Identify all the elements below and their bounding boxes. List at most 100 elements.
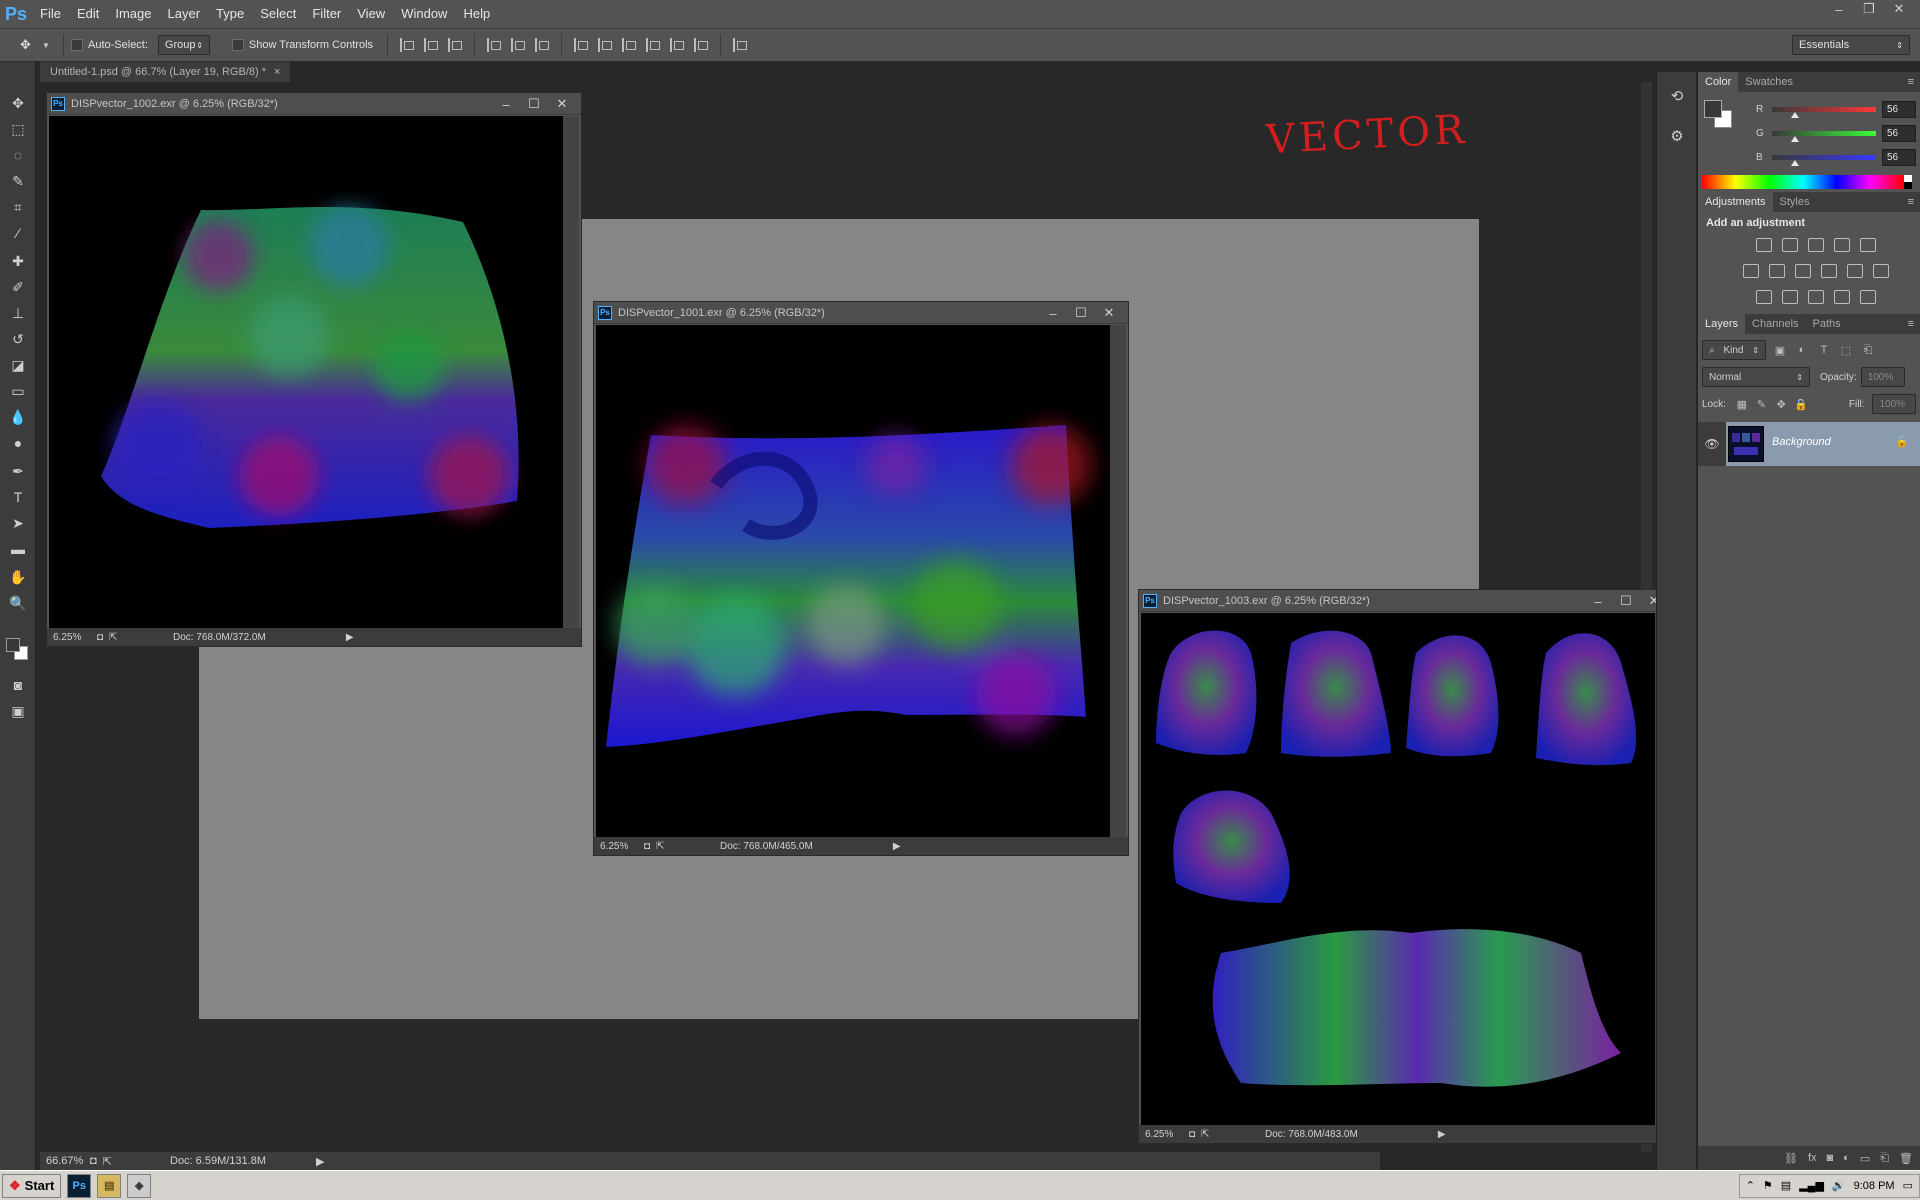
gradient-tool-icon[interactable]: ▭ bbox=[7, 380, 29, 402]
visibility-eye-icon[interactable]: 👁 bbox=[1698, 422, 1726, 466]
tab-layers[interactable]: Layers bbox=[1698, 314, 1746, 334]
eyedropper-tool-icon[interactable]: ⁄ bbox=[7, 222, 29, 244]
document-tab[interactable]: Untitled-1.psd @ 66.7% (Layer 19, RGB/8)… bbox=[40, 62, 291, 82]
taskbar-app-icon[interactable]: ◈ bbox=[127, 1173, 152, 1198]
doc-window-1001[interactable]: Ps DISPvector_1001.exr @ 6.25% (RGB/32*)… bbox=[593, 301, 1129, 856]
close-icon[interactable]: ✕ bbox=[553, 95, 571, 113]
transform-controls-checkbox[interactable] bbox=[231, 39, 244, 51]
opacity-field[interactable]: 100% bbox=[1860, 367, 1905, 387]
share-icon[interactable]: ⇱ bbox=[656, 841, 664, 852]
tab-color[interactable]: Color bbox=[1698, 72, 1739, 92]
panel-menu-icon[interactable]: ≡ bbox=[1908, 196, 1914, 208]
filter-smart-object-icon[interactable]: ⎗ bbox=[1860, 342, 1876, 358]
show-desktop-icon[interactable]: ▭ bbox=[1903, 1179, 1913, 1192]
status-menu-arrow-icon[interactable]: ▶ bbox=[316, 1155, 324, 1168]
blue-slider[interactable] bbox=[1772, 154, 1876, 166]
tab-swatches[interactable]: Swatches bbox=[1738, 72, 1800, 92]
preset-dropdown-icon[interactable]: ▼ bbox=[42, 41, 56, 50]
doc-window-titlebar[interactable]: Ps DISPvector_1003.exr @ 6.25% (RGB/32*)… bbox=[1139, 590, 1673, 612]
color-balance-icon[interactable] bbox=[1769, 264, 1785, 278]
taskbar-explorer-icon[interactable]: ▤ bbox=[97, 1173, 122, 1198]
new-layer-icon[interactable]: ⎗ bbox=[1880, 1152, 1889, 1165]
align-vcenter-icon[interactable] bbox=[424, 38, 439, 52]
app-restore-button[interactable]: ❐ bbox=[1854, 0, 1884, 18]
doc-window-titlebar[interactable]: Ps DISPvector_1002.exr @ 6.25% (RGB/32*)… bbox=[47, 93, 581, 115]
selective-color-icon[interactable] bbox=[1834, 290, 1850, 304]
network-icon[interactable]: ▤ bbox=[1781, 1179, 1791, 1192]
auto-select-dropdown[interactable]: Group ⇕ bbox=[157, 35, 210, 55]
hue-saturation-icon[interactable] bbox=[1743, 264, 1759, 278]
hand-tool-icon[interactable]: ✋ bbox=[7, 566, 29, 588]
menu-filter[interactable]: Filter bbox=[304, 0, 349, 28]
menu-layer[interactable]: Layer bbox=[160, 0, 209, 28]
distribute-vcenter-icon[interactable] bbox=[598, 38, 613, 52]
color-spectrum-ramp[interactable] bbox=[1702, 175, 1904, 189]
history-brush-tool-icon[interactable]: ↺ bbox=[7, 328, 29, 350]
menu-view[interactable]: View bbox=[349, 0, 393, 28]
add-mask-icon[interactable]: ◙ bbox=[1827, 1152, 1834, 1164]
blue-slider-thumb[interactable] bbox=[1790, 159, 1799, 166]
lock-position-icon[interactable]: ✥ bbox=[1773, 396, 1789, 412]
menu-edit[interactable]: Edit bbox=[69, 0, 107, 28]
move-tool-preset-icon[interactable]: ✥ bbox=[20, 37, 42, 53]
tab-adjustments[interactable]: Adjustments bbox=[1698, 192, 1773, 212]
move-tool-icon[interactable]: ✥ bbox=[7, 92, 29, 114]
blend-mode-dropdown[interactable]: Normal ⇕ bbox=[1702, 367, 1810, 387]
camera-icon[interactable]: ◘ bbox=[97, 632, 103, 643]
exposure-icon[interactable] bbox=[1834, 238, 1850, 252]
minimize-icon[interactable]: ‒ bbox=[1044, 304, 1062, 322]
panel-menu-icon[interactable]: ≡ bbox=[1908, 318, 1914, 330]
brightness-icon[interactable] bbox=[1756, 238, 1772, 252]
foreground-color-swatch[interactable] bbox=[6, 638, 20, 652]
tab-styles[interactable]: Styles bbox=[1773, 192, 1817, 212]
curves-icon[interactable] bbox=[1808, 238, 1824, 252]
green-value[interactable]: 56 bbox=[1882, 124, 1916, 142]
doc-window-scrollbar[interactable] bbox=[1110, 325, 1126, 837]
photo-filter-icon[interactable] bbox=[1821, 264, 1837, 278]
signal-icon[interactable]: ▂▄▆ bbox=[1799, 1179, 1824, 1192]
red-slider-thumb[interactable] bbox=[1790, 111, 1799, 118]
minimize-icon[interactable]: ‒ bbox=[1589, 592, 1607, 610]
menu-type[interactable]: Type bbox=[208, 0, 252, 28]
status-menu-arrow-icon[interactable]: ▶ bbox=[1438, 1129, 1446, 1140]
clone-stamp-tool-icon[interactable]: ⊥ bbox=[7, 302, 29, 324]
green-slider[interactable] bbox=[1772, 130, 1876, 142]
crop-tool-icon[interactable]: ⌗ bbox=[7, 196, 29, 218]
distribute-hcenter-icon[interactable] bbox=[670, 38, 685, 52]
color-swatch-pair[interactable] bbox=[1704, 100, 1734, 130]
shape-tool-icon[interactable]: ▬ bbox=[7, 538, 29, 560]
color-swatches[interactable] bbox=[6, 638, 28, 660]
layer-row-background[interactable]: Background 🔒 bbox=[1726, 422, 1920, 466]
camera-icon[interactable]: ◘ bbox=[90, 1155, 97, 1168]
zoom-level[interactable]: 6.25% bbox=[47, 632, 97, 643]
zoom-level[interactable]: 6.25% bbox=[594, 841, 644, 852]
blur-tool-icon[interactable]: 💧 bbox=[7, 406, 29, 428]
link-layers-icon[interactable]: ⛓ bbox=[1784, 1152, 1798, 1165]
filter-pixel-icon[interactable]: ▣ bbox=[1772, 342, 1788, 358]
panel-menu-icon[interactable]: ≡ bbox=[1908, 76, 1914, 88]
align-hcenter-icon[interactable] bbox=[511, 38, 526, 52]
quick-selection-tool-icon[interactable]: ✎ bbox=[7, 170, 29, 192]
distribute-top-icon[interactable] bbox=[574, 38, 589, 52]
auto-align-icon[interactable] bbox=[733, 38, 748, 52]
dodge-tool-icon[interactable]: ● bbox=[7, 432, 29, 454]
new-adjustment-icon[interactable]: ◐ bbox=[1843, 1152, 1850, 1164]
history-panel-icon[interactable]: ⟲ bbox=[1667, 86, 1687, 106]
volume-icon[interactable]: 🔊 bbox=[1832, 1179, 1846, 1192]
levels-icon[interactable] bbox=[1782, 238, 1798, 252]
maximize-icon[interactable]: ☐ bbox=[525, 95, 543, 113]
lock-pixels-icon[interactable]: ✎ bbox=[1754, 396, 1770, 412]
menu-help[interactable]: Help bbox=[455, 0, 498, 28]
delete-layer-icon[interactable]: 🗑 bbox=[1899, 1152, 1913, 1165]
share-icon[interactable]: ⇱ bbox=[1201, 1129, 1209, 1140]
minimize-icon[interactable]: ‒ bbox=[497, 95, 515, 113]
app-minimize-button[interactable]: ‒ bbox=[1824, 0, 1854, 18]
invert-icon[interactable] bbox=[1756, 290, 1772, 304]
threshold-icon[interactable] bbox=[1808, 290, 1824, 304]
blue-value[interactable]: 56 bbox=[1882, 148, 1916, 166]
brush-tool-icon[interactable]: ✐ bbox=[7, 276, 29, 298]
color-lookup-icon[interactable] bbox=[1873, 264, 1889, 278]
vibrance-icon[interactable] bbox=[1860, 238, 1876, 252]
camera-icon[interactable]: ◘ bbox=[1189, 1129, 1195, 1140]
black-white-ramp[interactable] bbox=[1904, 175, 1912, 189]
